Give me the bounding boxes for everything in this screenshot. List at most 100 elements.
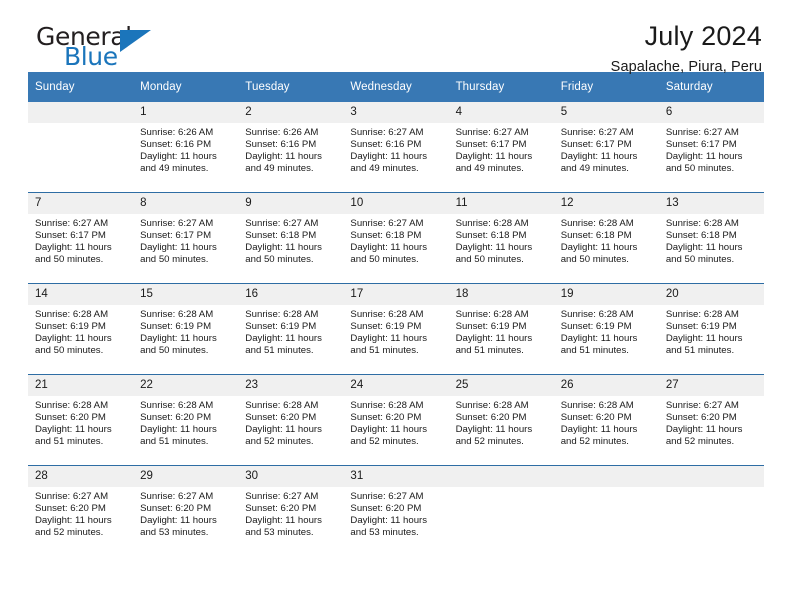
calendar-day-cell[interactable]: 15 Sunrise: 6:28 AM Sunset: 6:19 PM Dayligh…	[133, 283, 239, 375]
day-details: Sunrise: 6:28 AM Sunset: 6:19 PM Daylight:…	[449, 305, 554, 357]
calendar-day-cell[interactable]: 24 Sunrise: 6:28 AM Sunset: 6:20 PM Dayligh…	[343, 374, 449, 466]
calendar-day-cell[interactable]: 6 Sunrise: 6:27 AM Sunset: 6:17 PM Daylight…	[658, 102, 764, 193]
day-details: Sunrise: 6:27 AM Sunset: 6:17 PM Daylight:…	[28, 214, 133, 266]
calendar-day-cell[interactable]: 8 Sunrise: 6:27 AM Sunset: 6:17 PM Daylight…	[133, 192, 239, 284]
calendar-day-cell[interactable]: 9 Sunrise: 6:27 AM Sunset: 6:18 PM Daylight…	[238, 192, 344, 284]
daylight-text: Daylight: 11 hours and 49 minutes.	[455, 150, 533, 174]
calendar-day-cell[interactable]: 23 Sunrise: 6:28 AM Sunset: 6:20 PM Dayligh…	[238, 374, 344, 466]
calendar-day-cell[interactable]: 2 Sunrise: 6:26 AM Sunset: 6:16 PM Daylight…	[238, 102, 344, 193]
daylight-text: Daylight: 11 hours and 49 minutes.	[350, 150, 428, 174]
daylight-text: Daylight: 11 hours and 52 minutes.	[35, 514, 112, 538]
sunset-text: Sunset: 6:19 PM	[350, 320, 422, 332]
day-details: Sunrise: 6:28 AM Sunset: 6:18 PM Daylight:…	[659, 214, 764, 266]
calendar-day-cell[interactable]: 26 Sunrise: 6:28 AM Sunset: 6:20 PM Dayligh…	[553, 374, 659, 466]
daylight-text: Daylight: 11 hours and 50 minutes.	[665, 150, 743, 174]
calendar-day-cell[interactable]: 25 Sunrise: 6:28 AM Sunset: 6:20 PM Dayligh…	[448, 374, 554, 466]
calendar-day-cell[interactable]: 7 Sunrise: 6:27 AM Sunset: 6:17 PM Daylight…	[28, 192, 134, 284]
sunrise-text: Sunrise: 6:28 AM	[350, 309, 424, 320]
daylight-text: Daylight: 11 hours and 51 minutes.	[140, 423, 217, 447]
calendar-day-cell-empty	[448, 465, 554, 556]
calendar-day-cell[interactable]: 13 Sunrise: 6:28 AM Sunset: 6:18 PM Dayligh…	[658, 192, 764, 284]
day-details: Sunrise: 6:27 AM Sunset: 6:16 PM Daylight:…	[343, 123, 448, 175]
daylight-text: Daylight: 11 hours and 51 minutes.	[350, 332, 428, 356]
calendar-day-cell[interactable]: 3 Sunrise: 6:27 AM Sunset: 6:16 PM Daylight…	[343, 102, 449, 193]
calendar-day-cell[interactable]: 1 Sunrise: 6:26 AM Sunset: 6:16 PM Daylight…	[133, 102, 239, 193]
daylight-text: Daylight: 11 hours and 51 minutes.	[245, 332, 322, 356]
weekday-header-tuesday: Tuesday	[238, 72, 344, 102]
calendar-day-cell-empty	[658, 465, 764, 556]
weekday-header-thursday: Thursday	[448, 72, 554, 102]
day-number: 13	[658, 193, 764, 214]
day-number: 28	[28, 466, 134, 487]
calendar-day-cell[interactable]: 14 Sunrise: 6:28 AM Sunset: 6:19 PM Dayligh…	[28, 283, 134, 375]
calendar-day-cell[interactable]: 29 Sunrise: 6:27 AM Sunset: 6:20 PM Dayligh…	[133, 465, 239, 556]
calendar-day-cell[interactable]: 11 Sunrise: 6:28 AM Sunset: 6:18 PM Dayligh…	[448, 192, 554, 284]
day-details: Sunrise: 6:28 AM Sunset: 6:19 PM Daylight:…	[659, 305, 764, 357]
calendar-day-cell[interactable]: 21 Sunrise: 6:28 AM Sunset: 6:20 PM Dayligh…	[28, 374, 134, 466]
sunrise-text: Sunrise: 6:28 AM	[455, 400, 529, 411]
daylight-text: Daylight: 11 hours and 50 minutes.	[350, 241, 428, 265]
sunset-text: Sunset: 6:16 PM	[140, 138, 212, 150]
page-header: General Blue July 2024 Sapalache, Piura,…	[28, 0, 764, 76]
sunrise-text: Sunrise: 6:28 AM	[245, 309, 319, 320]
day-details: Sunrise: 6:28 AM Sunset: 6:19 PM Daylight:…	[28, 305, 133, 357]
daylight-text: Daylight: 11 hours and 51 minutes.	[560, 332, 638, 356]
day-number: 10	[343, 193, 449, 214]
day-details: Sunrise: 6:26 AM Sunset: 6:16 PM Daylight:…	[238, 123, 343, 175]
day-details: Sunrise: 6:28 AM Sunset: 6:20 PM Daylight:…	[238, 396, 343, 448]
day-number: 11	[448, 193, 554, 214]
day-number: 22	[133, 375, 239, 396]
calendar-day-cell[interactable]: 31 Sunrise: 6:27 AM Sunset: 6:20 PM Dayligh…	[343, 465, 449, 556]
calendar-day-cell[interactable]: 30 Sunrise: 6:27 AM Sunset: 6:20 PM Dayligh…	[238, 465, 344, 556]
sunrise-text: Sunrise: 6:27 AM	[350, 218, 424, 229]
calendar-day-cell[interactable]: 12 Sunrise: 6:28 AM Sunset: 6:18 PM Dayligh…	[553, 192, 659, 284]
sunset-text: Sunset: 6:20 PM	[560, 411, 632, 423]
sunset-text: Sunset: 6:17 PM	[560, 138, 632, 150]
day-number: 4	[448, 102, 554, 123]
calendar-day-cell[interactable]: 22 Sunrise: 6:28 AM Sunset: 6:20 PM Dayligh…	[133, 374, 239, 466]
calendar-week-row: 28 Sunrise: 6:27 AM Sunset: 6:20 PM Dayligh…	[28, 465, 764, 556]
calendar-day-cell[interactable]: 19 Sunrise: 6:28 AM Sunset: 6:19 PM Dayligh…	[553, 283, 659, 375]
logo-text-blue: Blue	[64, 42, 118, 71]
daylight-text: Daylight: 11 hours and 52 minutes.	[665, 423, 743, 447]
sunset-text: Sunset: 6:18 PM	[350, 229, 422, 241]
day-number: 23	[238, 375, 344, 396]
day-number: 27	[658, 375, 764, 396]
daylight-text: Daylight: 11 hours and 49 minutes.	[560, 150, 638, 174]
general-blue-logo[interactable]: General Blue	[28, 22, 208, 74]
calendar-day-cell[interactable]: 16 Sunrise: 6:28 AM Sunset: 6:19 PM Dayligh…	[238, 283, 344, 375]
sunrise-text: Sunrise: 6:27 AM	[245, 218, 319, 229]
sunrise-text: Sunrise: 6:27 AM	[665, 127, 739, 138]
calendar-day-cell[interactable]: 5 Sunrise: 6:27 AM Sunset: 6:17 PM Daylight…	[553, 102, 659, 193]
day-number: 5	[553, 102, 659, 123]
sunset-text: Sunset: 6:20 PM	[35, 502, 106, 514]
calendar-day-cell[interactable]: 17 Sunrise: 6:28 AM Sunset: 6:19 PM Dayligh…	[343, 283, 449, 375]
daylight-text: Daylight: 11 hours and 49 minutes.	[140, 150, 217, 174]
day-details: Sunrise: 6:27 AM Sunset: 6:20 PM Daylight:…	[238, 487, 343, 539]
calendar-day-cell[interactable]: 20 Sunrise: 6:28 AM Sunset: 6:19 PM Dayligh…	[658, 283, 764, 375]
sunset-text: Sunset: 6:20 PM	[245, 411, 317, 423]
sunset-text: Sunset: 6:18 PM	[455, 229, 527, 241]
day-details: Sunrise: 6:28 AM Sunset: 6:18 PM Daylight:…	[449, 214, 554, 266]
calendar-day-cell[interactable]: 4 Sunrise: 6:27 AM Sunset: 6:17 PM Daylight…	[448, 102, 554, 193]
calendar-day-cell-empty	[553, 465, 659, 556]
calendar-day-cell[interactable]: 18 Sunrise: 6:28 AM Sunset: 6:19 PM Dayligh…	[448, 283, 554, 375]
day-number	[553, 466, 659, 487]
calendar-day-cell[interactable]: 10 Sunrise: 6:27 AM Sunset: 6:18 PM Dayligh…	[343, 192, 449, 284]
sunrise-text: Sunrise: 6:26 AM	[140, 127, 214, 138]
day-details: Sunrise: 6:27 AM Sunset: 6:17 PM Daylight:…	[659, 123, 764, 175]
calendar-day-cell[interactable]: 27 Sunrise: 6:27 AM Sunset: 6:20 PM Dayligh…	[658, 374, 764, 466]
day-number: 19	[553, 284, 659, 305]
sunrise-text: Sunrise: 6:28 AM	[140, 400, 214, 411]
calendar-header-row: Sunday Monday Tuesday Wednesday Thursday Frid…	[28, 72, 764, 102]
day-number: 14	[28, 284, 134, 305]
sunset-text: Sunset: 6:20 PM	[665, 411, 737, 423]
daylight-text: Daylight: 11 hours and 50 minutes.	[140, 241, 217, 265]
daylight-text: Daylight: 11 hours and 52 minutes.	[455, 423, 533, 447]
day-number: 12	[553, 193, 659, 214]
sunrise-text: Sunrise: 6:28 AM	[665, 309, 739, 320]
day-number: 26	[553, 375, 659, 396]
sunset-text: Sunset: 6:19 PM	[560, 320, 632, 332]
day-number	[658, 466, 764, 487]
calendar-day-cell[interactable]: 28 Sunrise: 6:27 AM Sunset: 6:20 PM Dayligh…	[28, 465, 134, 556]
